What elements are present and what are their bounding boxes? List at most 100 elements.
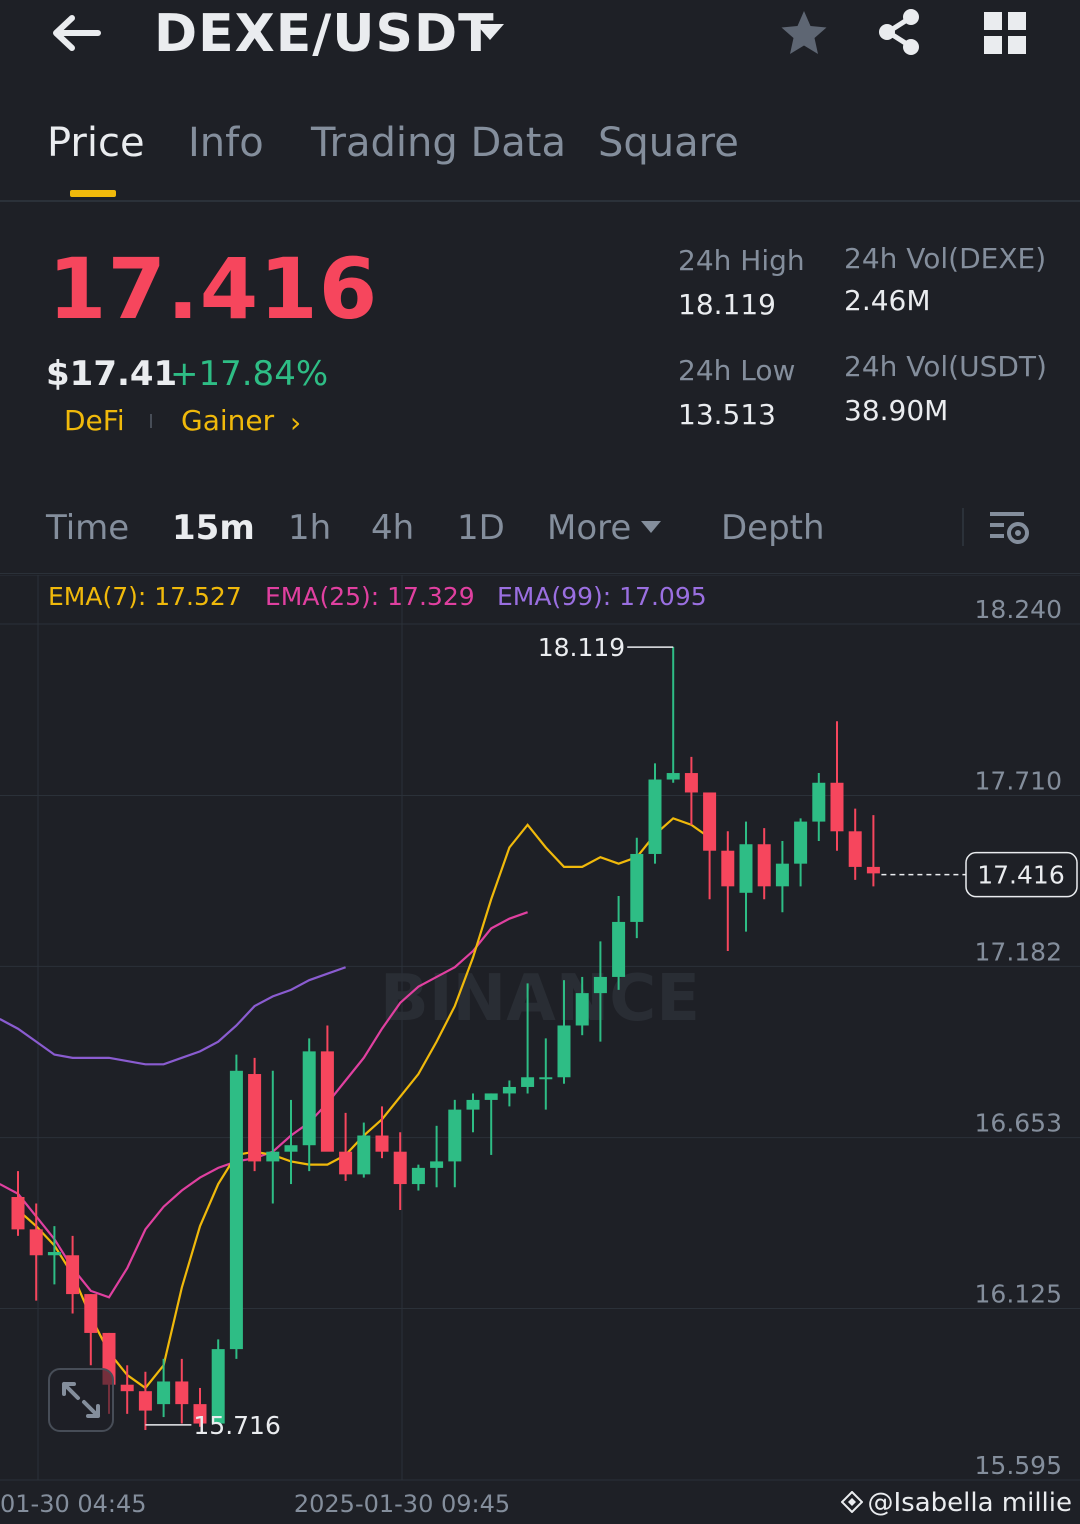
ema7-path (17, 817, 711, 1390)
interval-1d[interactable]: 1D (457, 508, 505, 548)
candle-body (812, 782, 826, 822)
candle-body (248, 1074, 262, 1162)
candle-body (357, 1135, 371, 1175)
y-tick-label: 17.710 (975, 767, 1062, 796)
interval-bar: Time 15m 1h 4h 1D More Depth (0, 498, 1080, 574)
interval-1h[interactable]: 1h (288, 508, 331, 548)
interval-15m[interactable]: 15m (172, 508, 255, 548)
favorite-star-icon[interactable] (778, 8, 830, 60)
candle-body (557, 1025, 571, 1078)
candle-body (302, 1051, 316, 1146)
candle-body (721, 850, 735, 887)
more-dropdown-icon[interactable] (640, 520, 662, 534)
grid-menu-icon[interactable] (982, 10, 1028, 56)
back-arrow-icon[interactable] (48, 8, 104, 58)
y-tick-label: 18.240 (975, 595, 1062, 624)
low-marker-label: 15.716 (193, 1411, 280, 1440)
candles (11, 646, 880, 1431)
candle-body (84, 1294, 98, 1333)
ema7-line (17, 817, 711, 1390)
tab-price[interactable]: Price (47, 120, 145, 166)
exchange-watermark: BINANCE (380, 962, 700, 1036)
tag-divider (150, 414, 152, 428)
vol-base-label: 24h Vol(DEXE) (844, 242, 1047, 275)
candle-body (157, 1381, 171, 1405)
last-price: 17.416 (48, 240, 379, 338)
vol-base-value: 2.46M (844, 284, 931, 317)
chart-annotations: 18.119 15.716 17.416 (145, 633, 1078, 1440)
usd-price: $17.41 (46, 354, 178, 394)
candle-body (630, 853, 644, 922)
current-price-label: 17.416 (977, 861, 1064, 890)
candle-body (612, 921, 626, 977)
binance-diamond-icon (841, 1491, 864, 1513)
tab-square[interactable]: Square (598, 120, 739, 166)
y-tick-label: 16.653 (975, 1109, 1062, 1138)
candle-body (775, 863, 789, 887)
candle-body (684, 773, 698, 793)
candle-body (794, 821, 808, 864)
candle-body (393, 1151, 407, 1185)
candle-body (120, 1384, 134, 1392)
candle-body (539, 1077, 553, 1080)
candle-body (411, 1167, 425, 1185)
ema25-line (0, 911, 528, 1299)
top-bar: DEXE/USDT (0, 0, 1080, 80)
y-tick-label: 15.595 (975, 1451, 1062, 1480)
high-24h-label: 24h High (678, 244, 805, 277)
credit-text: @Isabella millie (867, 1488, 1072, 1518)
candle-body (757, 844, 771, 887)
pair-dropdown-icon[interactable] (474, 20, 506, 44)
candle-body (29, 1229, 43, 1256)
tab-info[interactable]: Info (188, 120, 264, 166)
credit-watermark: @Isabella millie (841, 1488, 1072, 1518)
ema99-line (0, 966, 346, 1066)
interval-depth[interactable]: Depth (721, 508, 825, 548)
candle-body (175, 1381, 189, 1405)
tab-trading-data[interactable]: Trading Data (311, 120, 566, 166)
pair-title[interactable]: DEXE/USDT (154, 4, 495, 64)
low-24h-value: 13.513 (678, 398, 776, 431)
tag-defi[interactable]: DeFi (64, 404, 125, 437)
main-tabs: Price Info Trading Data Square (0, 110, 1080, 202)
vol-quote-label: 24h Vol(USDT) (844, 350, 1047, 383)
x-tick-label: 01-30 04:45 (0, 1490, 147, 1518)
expand-chart-button[interactable] (48, 1368, 114, 1432)
price-change-percent: +17.84% (170, 354, 329, 394)
candle-body (466, 1099, 480, 1110)
candle-body (284, 1145, 298, 1152)
chart-settings-icon[interactable] (988, 506, 1030, 548)
candle-body (448, 1109, 462, 1162)
candle-body (430, 1161, 444, 1168)
candle-body (739, 844, 753, 893)
candle-body (848, 831, 862, 867)
candle-body (593, 976, 607, 994)
candle-body (339, 1151, 353, 1175)
interval-more[interactable]: More (547, 508, 631, 548)
interval-time[interactable]: Time (46, 508, 129, 548)
candle-body (138, 1391, 152, 1411)
candlestick-chart[interactable]: BINANCE 18.11915.71617.416 18.24017.7101… (0, 575, 1080, 1524)
ema99-path (0, 966, 346, 1066)
x-axis: 01-30 04:45 2025-01-30 09:45 (0, 1490, 510, 1518)
high-24h-value: 18.119 (678, 288, 776, 321)
active-tab-indicator (70, 190, 116, 197)
candle-body (375, 1135, 389, 1152)
candle-body (666, 773, 680, 780)
tag-gainer[interactable]: Gainer (181, 404, 274, 437)
candle-body (266, 1151, 280, 1162)
share-icon[interactable] (874, 6, 926, 58)
interval-4h[interactable]: 4h (371, 508, 414, 548)
chevron-right-icon[interactable]: › (290, 406, 301, 439)
candle-body (47, 1252, 61, 1256)
candle-body (830, 782, 844, 832)
candle-body (703, 792, 717, 851)
candle-body (866, 866, 880, 874)
high-marker-label: 18.119 (538, 633, 625, 662)
candle-body (11, 1197, 25, 1230)
y-tick-label: 17.182 (975, 937, 1062, 966)
vol-quote-value: 38.90M (844, 394, 949, 427)
ema25-path (0, 911, 528, 1299)
candle-body (575, 993, 589, 1026)
candle-body (320, 1051, 334, 1152)
